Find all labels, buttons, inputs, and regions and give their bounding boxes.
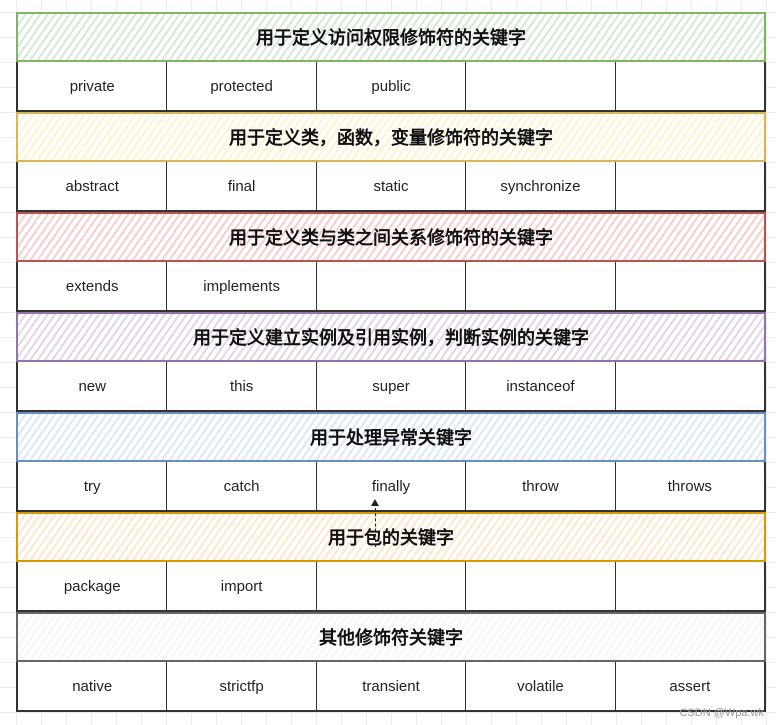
keyword-cell: implements <box>166 262 317 312</box>
empty-cell <box>614 162 767 212</box>
keyword-cell: volatile <box>465 662 616 712</box>
empty-cell <box>465 262 616 312</box>
keyword-cell: import <box>166 562 317 612</box>
empty-cell <box>465 562 616 612</box>
empty-cell <box>614 262 767 312</box>
keyword-row: private protected public <box>16 62 767 112</box>
empty-cell <box>315 262 467 312</box>
keyword-cell: private <box>16 62 168 112</box>
keyword-row: native strictfp transient volatile assert <box>16 662 767 712</box>
keyword-section: 用于包的关键字 package import <box>16 512 767 612</box>
keyword-cell: this <box>166 362 317 412</box>
keyword-cell: catch <box>166 462 317 512</box>
keyword-row: package import <box>16 562 767 612</box>
keyword-cell: strictfp <box>166 662 317 712</box>
keyword-cell: throws <box>614 462 767 512</box>
keyword-cell: native <box>16 662 168 712</box>
section-header: 用于定义类，函数，变量修饰符的关键字 <box>16 112 766 162</box>
keyword-diagram: 用于定义访问权限修饰符的关键字 private protected public 用于定… <box>16 12 767 712</box>
keyword-cell: public <box>315 62 467 112</box>
keyword-row: new this super instanceof <box>16 362 767 412</box>
keyword-cell: abstract <box>16 162 168 212</box>
keyword-section: 用于定义类，函数，变量修饰符的关键字 abstract final static syn… <box>16 112 767 212</box>
keyword-cell: transient <box>315 662 467 712</box>
keyword-cell: static <box>315 162 467 212</box>
arrow-head-icon <box>371 499 379 506</box>
keyword-cell: new <box>16 362 168 412</box>
keyword-section: 用于处理异常关键字 try catch finally throw throws <box>16 412 767 512</box>
section-header: 其他修饰符关键字 <box>16 612 766 662</box>
section-header: 用于定义建立实例及引用实例，判断实例的关键字 <box>16 312 766 362</box>
keyword-cell: package <box>16 562 168 612</box>
section-header: 用于处理异常关键字 <box>16 412 766 462</box>
keyword-row: abstract final static synchronize <box>16 162 767 212</box>
section-header: 用于定义访问权限修饰符的关键字 <box>16 12 766 62</box>
empty-cell <box>614 62 767 112</box>
section-header: 用于定义类与类之间关系修饰符的关键字 <box>16 212 766 262</box>
keyword-section: 用于定义类与类之间关系修饰符的关键字 extends implements <box>16 212 767 312</box>
empty-cell <box>315 562 467 612</box>
keyword-section: 用于定义访问权限修饰符的关键字 private protected public <box>16 12 767 112</box>
empty-cell <box>614 362 767 412</box>
keyword-row: try catch finally throw throws <box>16 462 767 512</box>
keyword-cell: assert <box>614 662 767 712</box>
empty-cell <box>465 62 616 112</box>
section-header: 用于包的关键字 <box>16 512 766 562</box>
keyword-cell: extends <box>16 262 168 312</box>
dashed-arrow-connector <box>375 503 376 547</box>
keyword-cell: instanceof <box>465 362 616 412</box>
keyword-cell: super <box>315 362 467 412</box>
keyword-cell: finally <box>315 462 467 512</box>
keyword-section: 用于定义建立实例及引用实例，判断实例的关键字 new this super instan… <box>16 312 767 412</box>
keyword-row: extends implements <box>16 262 767 312</box>
keyword-cell: protected <box>166 62 317 112</box>
keyword-cell: throw <box>465 462 616 512</box>
empty-cell <box>614 562 767 612</box>
keyword-section: 其他修饰符关键字 native strictfp transient volatile a… <box>16 612 767 712</box>
keyword-cell: try <box>16 462 168 512</box>
keyword-cell: final <box>166 162 317 212</box>
keyword-cell: synchronize <box>465 162 616 212</box>
watermark: CSDN @Wpa.wk <box>679 707 764 719</box>
